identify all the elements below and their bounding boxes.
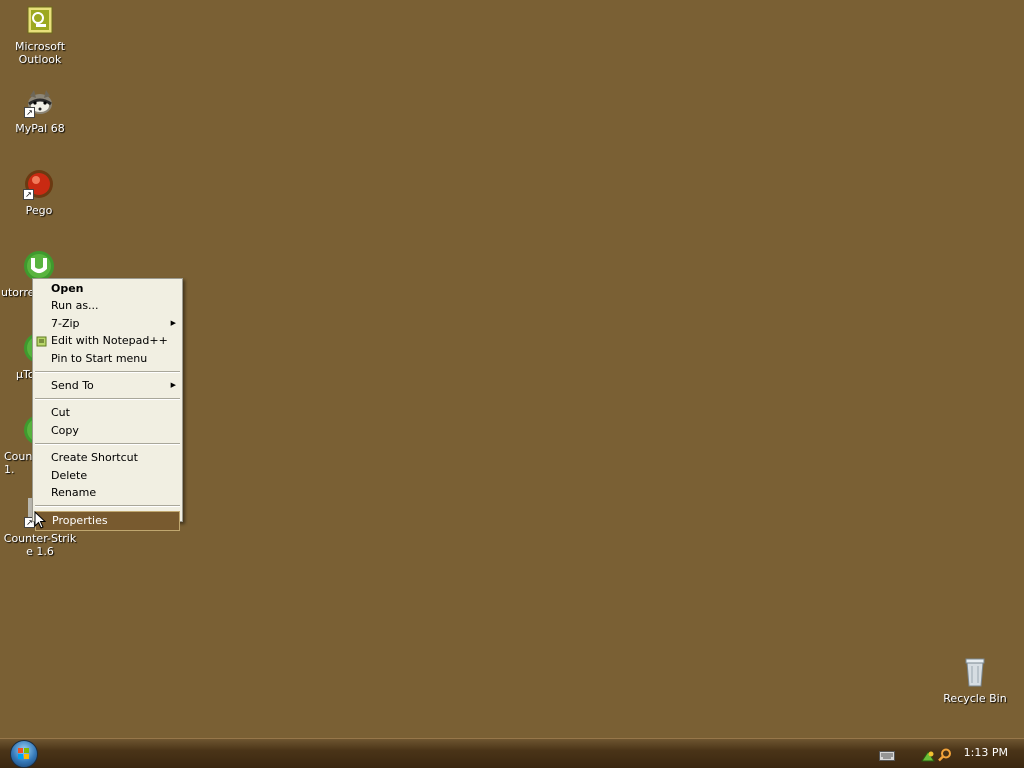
taskbar-clock[interactable]: 1:13 PM bbox=[964, 739, 1008, 767]
taskbar: 1:13 PM bbox=[0, 738, 1024, 768]
mypal-icon: ↗ bbox=[24, 86, 56, 118]
menu-item-label: Properties bbox=[52, 514, 108, 528]
menu-item-run-as[interactable]: Run as... bbox=[33, 297, 182, 314]
network-icon[interactable] bbox=[921, 747, 935, 762]
desktop-icon-pego[interactable]: ↗ Pego bbox=[0, 168, 79, 217]
desktop-icon-mypal[interactable]: ↗ MyPal 68 bbox=[0, 86, 80, 135]
menu-item-create-shortcut[interactable]: Create Shortcut bbox=[33, 449, 182, 466]
menu-item-open[interactable]: Open bbox=[33, 280, 182, 297]
desktop-icon-outlook[interactable]: Microsoft Outlook bbox=[0, 4, 80, 66]
icon-label: Pego bbox=[25, 204, 53, 217]
icon-label: Coun 1. bbox=[4, 450, 33, 476]
menu-item-label: 7-Zip bbox=[51, 316, 80, 330]
menu-item-7zip[interactable]: 7-Zip ▶ bbox=[33, 315, 182, 332]
menu-item-copy[interactable]: Copy bbox=[33, 422, 182, 439]
desktop[interactable]: Microsoft Outlook ↗ MyPal 68 ↗ Pego utor… bbox=[0, 0, 1024, 738]
menu-item-pin-start[interactable]: Pin to Start menu bbox=[33, 350, 182, 367]
desktop-icon-recycle-bin[interactable]: Recycle Bin bbox=[935, 656, 1015, 705]
menu-item-label: Open bbox=[51, 282, 84, 295]
menu-separator bbox=[35, 370, 180, 373]
icon-label: Recycle Bin bbox=[943, 692, 1007, 705]
menu-item-delete[interactable]: Delete bbox=[33, 467, 182, 484]
menu-separator bbox=[35, 443, 180, 446]
menu-item-rename[interactable]: Rename bbox=[33, 484, 182, 501]
icon-label: Counter-Strik e 1.6 bbox=[3, 532, 77, 558]
menu-item-label: Copy bbox=[51, 423, 79, 437]
menu-item-label: Rename bbox=[51, 485, 97, 499]
pego-icon: ↗ bbox=[23, 168, 55, 200]
menu-item-label: Send To bbox=[51, 378, 94, 392]
menu-separator bbox=[35, 505, 180, 508]
keyboard-icon[interactable] bbox=[879, 747, 895, 761]
menu-item-label: Create Shortcut bbox=[51, 451, 138, 465]
menu-item-label: Edit with Notepad++ bbox=[51, 334, 168, 348]
search-icon[interactable] bbox=[938, 747, 952, 762]
recycle-bin-icon bbox=[959, 656, 991, 688]
menu-item-send-to[interactable]: Send To ▶ bbox=[33, 377, 182, 394]
windows-orb-icon[interactable] bbox=[10, 740, 38, 768]
shortcut-arrow-icon: ↗ bbox=[24, 107, 35, 118]
menu-item-edit-notepadpp[interactable]: Edit with Notepad++ bbox=[33, 332, 182, 349]
submenu-arrow-icon: ▶ bbox=[170, 380, 176, 389]
menu-item-label: Run as... bbox=[51, 299, 99, 313]
menu-separator bbox=[35, 398, 180, 401]
notepadpp-icon bbox=[36, 335, 47, 347]
system-tray: 1:13 PM bbox=[874, 739, 1024, 769]
context-menu: Open Run as... 7-Zip ▶ Edit with Notepad… bbox=[32, 278, 183, 531]
outlook-icon bbox=[24, 4, 56, 36]
menu-item-properties[interactable]: Properties bbox=[35, 511, 180, 531]
submenu-arrow-icon: ▶ bbox=[170, 318, 176, 327]
menu-item-label: Delete bbox=[51, 468, 88, 482]
icon-label: MyPal 68 bbox=[15, 122, 65, 135]
menu-item-label: Pin to Start menu bbox=[51, 351, 148, 365]
menu-item-label: Cut bbox=[51, 406, 70, 420]
menu-item-cut[interactable]: Cut bbox=[33, 404, 182, 421]
shortcut-arrow-icon: ↗ bbox=[23, 189, 34, 200]
icon-label: Microsoft Outlook bbox=[14, 40, 66, 66]
